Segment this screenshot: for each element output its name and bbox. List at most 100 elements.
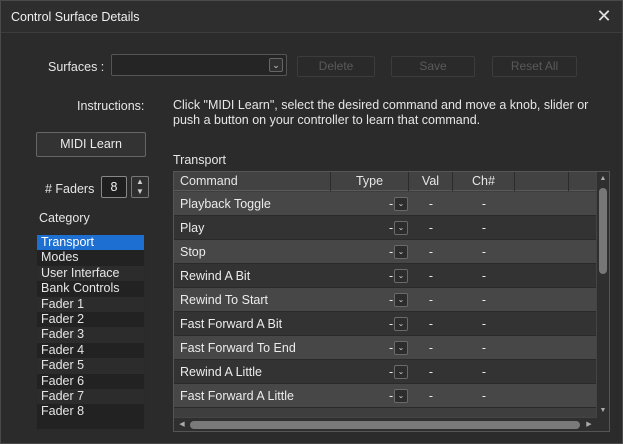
command-cell: Play [180,221,205,235]
channel-cell: - [481,317,487,331]
category-item[interactable]: Modes [37,250,144,265]
category-item[interactable]: Fader 6 [37,374,144,389]
table-row[interactable]: Playback Toggle - ⌄ - - [174,192,597,216]
chevron-down-icon[interactable]: ⌄ [394,221,408,235]
instructions-label: Instructions: [77,99,145,113]
header-channel[interactable]: Ch# [453,172,515,191]
channel-cell: - [481,269,487,283]
val-cell: - [428,197,434,211]
control-surface-details-window: Control Surface Details ✕ Surfaces : ⌄ D… [0,0,623,444]
table-row[interactable]: Fast Forward A Bit - ⌄ - - [174,312,597,336]
save-button[interactable]: Save [391,56,475,77]
val-cell: - [428,293,434,307]
section-title: Transport [173,153,227,167]
category-list: Transport Modes User Interface Bank Control… [36,234,145,430]
table-row[interactable]: Fast Forward A Little - ⌄ - - [174,384,597,408]
type-cell: - ⌄ [331,336,409,360]
scroll-down-icon[interactable]: ▼ [597,405,609,417]
header-empty [569,172,597,191]
category-item[interactable]: Fader 7 [37,388,144,405]
category-item[interactable]: Transport [37,235,144,251]
close-icon[interactable]: ✕ [594,6,614,26]
type-value: - [389,293,394,307]
command-cell: Rewind To Start [180,293,269,307]
channel-cell: - [481,197,487,211]
category-item[interactable]: Bank Controls [37,281,144,296]
type-value: - [389,221,394,235]
surfaces-dropdown[interactable]: ⌄ [111,54,287,76]
table-row[interactable]: Rewind A Bit - ⌄ - - [174,264,597,288]
chevron-down-icon[interactable]: ⌄ [269,58,283,72]
channel-cell: - [481,365,487,379]
window-title: Control Surface Details [11,10,140,24]
category-item[interactable]: Fader 1 [37,296,144,312]
scroll-thumb[interactable] [599,188,607,274]
header-val[interactable]: Val [409,172,453,191]
reset-all-button[interactable]: Reset All [492,56,577,77]
category-item[interactable]: Fader 3 [37,327,144,343]
type-value: - [389,341,394,355]
scroll-left-icon[interactable]: ◀ [176,419,188,431]
table-row[interactable]: Play - ⌄ - - [174,216,597,240]
channel-cell: - [481,389,487,403]
horizontal-scrollbar[interactable]: ◀ ▶ [174,417,597,431]
chevron-down-icon[interactable]: ⌄ [394,197,408,211]
val-cell: - [428,221,434,235]
title-bar: Control Surface Details ✕ [1,1,622,33]
type-value: - [389,317,394,331]
command-cell: Fast Forward A Little [180,389,294,403]
table-row[interactable]: Fast Forward To End - ⌄ - - [174,336,597,360]
category-item[interactable]: Fader 5 [37,358,144,374]
header-empty [515,172,569,191]
category-item[interactable]: Fader 4 [37,343,144,358]
chevron-down-icon[interactable]: ⌄ [394,365,408,379]
table-row[interactable]: Rewind A Little - ⌄ - - [174,360,597,384]
table-row[interactable]: Rewind To Start - ⌄ - - [174,288,597,312]
faders-stepper[interactable]: ▲ ▼ [131,176,149,198]
chevron-down-icon[interactable]: ⌄ [394,341,408,355]
delete-button[interactable]: Delete [297,56,375,77]
category-item[interactable]: User Interface [37,265,144,282]
faders-count-field[interactable]: 8 [101,176,127,198]
type-cell: - ⌄ [331,216,409,240]
command-cell: Fast Forward A Bit [180,317,283,331]
type-value: - [389,269,394,283]
type-cell: - ⌄ [331,192,409,216]
command-table: Command Type Val Ch# Playback Toggle - ⌄ - -… [173,171,610,432]
type-value: - [389,197,394,211]
chevron-down-icon[interactable]: ⌄ [394,389,408,403]
category-label: Category [39,211,90,225]
surfaces-label: Surfaces : [48,60,105,74]
instructions-text: Click "MIDI Learn", select the desired c… [173,98,589,127]
val-cell: - [428,341,434,355]
command-cell: Rewind A Bit [180,269,251,283]
channel-cell: - [481,293,487,307]
table-header: Command Type Val Ch# [174,172,597,191]
channel-cell: - [481,245,487,259]
chevron-down-icon[interactable]: ⌄ [394,317,408,331]
type-cell: - ⌄ [331,312,409,336]
scroll-up-icon[interactable]: ▲ [597,173,609,185]
header-type[interactable]: Type [331,172,409,191]
type-cell: - ⌄ [331,264,409,288]
category-item[interactable]: Fader 2 [37,312,144,327]
val-cell: - [428,269,434,283]
table-body: Playback Toggle - ⌄ - - Play - ⌄ - - Stop - ⌄ - - Rewin… [174,192,597,408]
stepper-up-icon[interactable]: ▲ [132,177,148,187]
vertical-scrollbar[interactable]: ▲ ▼ [596,172,609,431]
stepper-down-icon[interactable]: ▼ [132,187,148,197]
category-item[interactable]: Fader 8 [37,404,144,419]
type-cell: - ⌄ [331,288,409,312]
midi-learn-button[interactable]: MIDI Learn [36,132,146,157]
scroll-thumb[interactable] [190,421,580,429]
table-row[interactable]: Stop - ⌄ - - [174,240,597,264]
chevron-down-icon[interactable]: ⌄ [394,293,408,307]
header-command[interactable]: Command [174,172,331,191]
type-value: - [389,245,394,259]
command-cell: Rewind A Little [180,365,262,379]
command-cell: Fast Forward To End [180,341,296,355]
val-cell: - [428,317,434,331]
chevron-down-icon[interactable]: ⌄ [394,245,408,259]
chevron-down-icon[interactable]: ⌄ [394,269,408,283]
scroll-right-icon[interactable]: ▶ [583,419,595,431]
